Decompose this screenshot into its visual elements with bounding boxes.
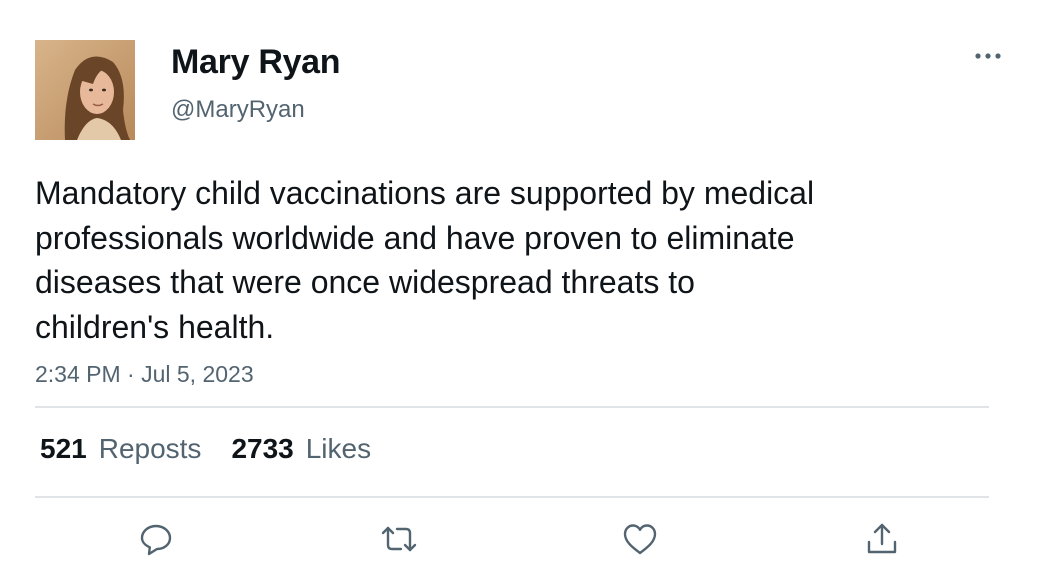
reposts-label: Reposts <box>98 433 202 464</box>
repost-icon <box>381 526 417 552</box>
tweet-text: Mandatory child vaccinations are support… <box>35 175 815 345</box>
reposts-stat[interactable]: 521 Reposts <box>40 433 201 465</box>
like-button[interactable] <box>618 517 662 561</box>
likes-count: 2733 <box>231 433 294 464</box>
author-display-name[interactable]: Mary Ryan <box>171 43 341 82</box>
divider <box>35 406 989 408</box>
tweet-card: Mary Ryan @MaryRyan Mandatory child vacc… <box>0 0 1050 570</box>
reply-button[interactable] <box>134 517 178 561</box>
repost-button[interactable] <box>377 517 421 561</box>
more-options-button[interactable] <box>968 44 1008 68</box>
author-handle[interactable]: @MaryRyan <box>171 96 305 124</box>
tweet-timestamp[interactable]: 2:34 PM · Jul 5, 2023 <box>35 361 254 388</box>
reply-icon <box>140 524 172 556</box>
likes-label: Likes <box>305 433 372 464</box>
heart-icon <box>623 524 657 555</box>
share-icon <box>867 523 897 554</box>
share-button[interactable] <box>860 517 904 561</box>
likes-stat[interactable]: 2733 Likes <box>231 433 371 465</box>
reposts-count: 521 <box>40 433 87 464</box>
divider <box>35 496 989 498</box>
engagement-stats: 521 Reposts 2733 Likes <box>40 433 371 465</box>
avatar[interactable] <box>35 40 135 140</box>
more-horizontal-icon <box>975 53 1001 59</box>
